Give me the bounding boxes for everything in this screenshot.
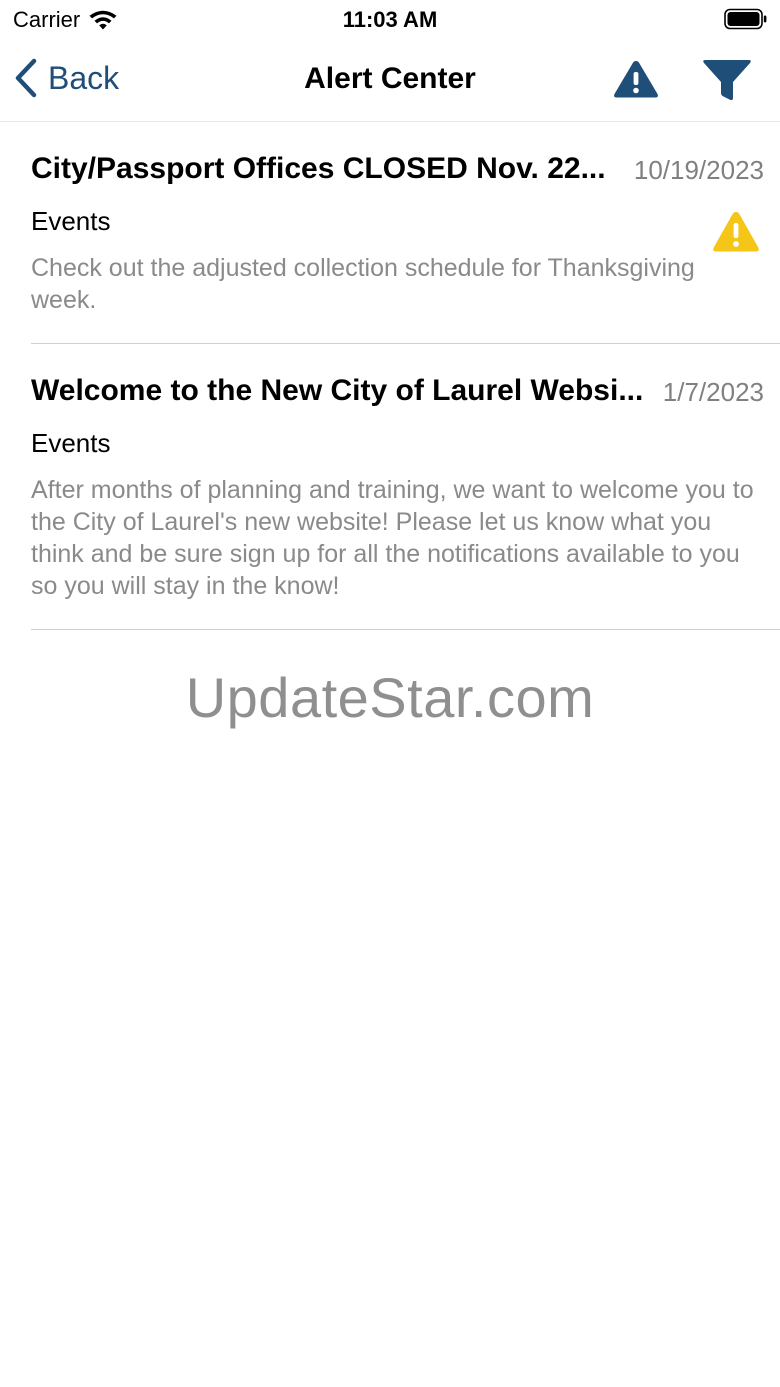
alert-row[interactable]: City/Passport Offices CLOSED Nov. 22... … xyxy=(31,122,780,344)
alert-date: 1/7/2023 xyxy=(662,377,764,407)
navigation-bar: Back Alert Center xyxy=(0,40,780,122)
watermark: UpdateStar.com xyxy=(185,666,595,729)
alert-list: City/Passport Offices CLOSED Nov. 22... … xyxy=(0,122,780,630)
alert-category: Events xyxy=(31,428,111,458)
status-bar: Carrier 11:03 AM xyxy=(0,0,780,40)
alert-title: Welcome to the New City of Laurel Websi.… xyxy=(31,374,644,407)
chevron-left-icon xyxy=(15,58,37,98)
alert-date: 10/19/2023 xyxy=(633,155,764,185)
alert-severity-icon[interactable] xyxy=(612,58,660,100)
back-button[interactable]: Back xyxy=(14,58,119,98)
alert-category: Events xyxy=(31,206,111,236)
alert-body: After months of planning and training, w… xyxy=(31,476,754,600)
alert-body: Check out the adjusted collection schedu… xyxy=(31,254,695,314)
warning-icon xyxy=(713,212,759,252)
back-label: Back xyxy=(48,59,120,96)
filter-icon[interactable] xyxy=(700,56,754,104)
alert-row[interactable]: Welcome to the New City of Laurel Websi.… xyxy=(31,344,780,630)
clock: 11:03 AM xyxy=(342,7,438,32)
battery-icon xyxy=(724,8,767,30)
alert-title: City/Passport Offices CLOSED Nov. 22... xyxy=(31,152,606,185)
